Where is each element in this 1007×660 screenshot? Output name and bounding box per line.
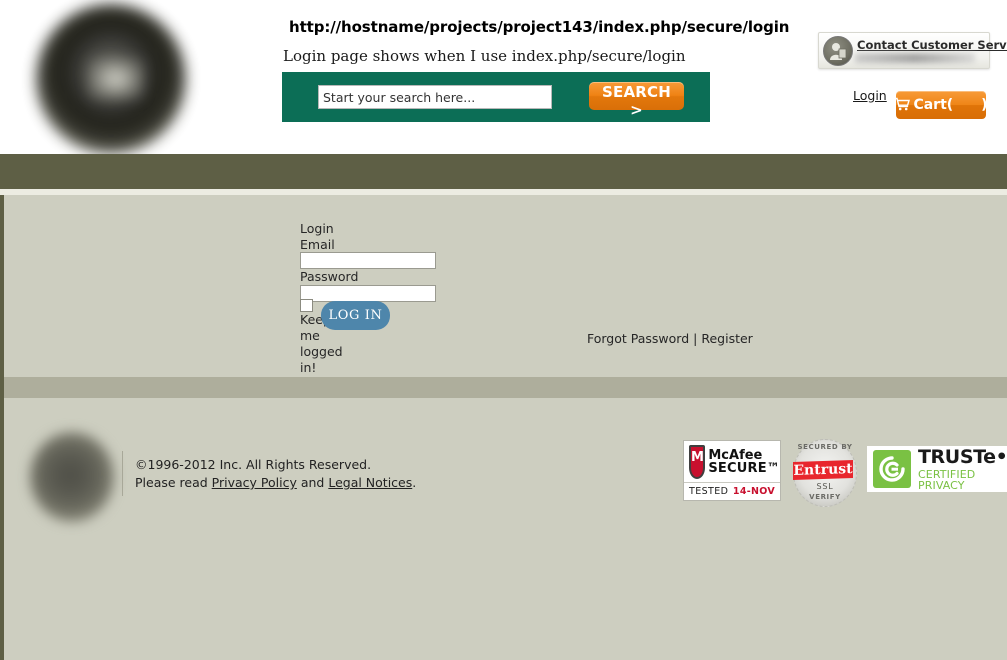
truste-logo-icon — [873, 450, 911, 488]
page-header: http://hostname/projects/project143/inde… — [0, 0, 1007, 154]
login-form-heading: Login — [300, 221, 334, 236]
entrust-wordmark: Entrust — [793, 459, 853, 481]
contact-subtitle-blurred — [855, 53, 975, 63]
footer-logo-globe[interactable] — [30, 432, 114, 522]
url-annotation-text: http://hostname/projects/project143/inde… — [289, 18, 790, 36]
forgot-password-link[interactable]: Forgot Password — [587, 331, 689, 346]
mcafee-badge-top: M McAfee SECURE™ — [684, 441, 780, 482]
truste-line1: TRUSTe• — [918, 445, 1007, 468]
mcafee-secure-badge[interactable]: M McAfee SECURE™ TESTED 14-NOV — [683, 440, 781, 501]
entrust-ssl-label: SSL — [816, 482, 834, 491]
copyright-block: ©1996-2012 Inc. All Rights Reserved. Ple… — [135, 456, 416, 492]
footer-vertical-divider — [122, 451, 123, 496]
copyright-line: ©1996-2012 Inc. All Rights Reserved. — [135, 457, 372, 472]
truste-certified-privacy-badge[interactable]: TRUSTe• CERTIFIED PRIVACY — [867, 446, 1007, 492]
cart-button[interactable]: Cart( ) — [894, 91, 988, 119]
note-annotation-text: Login page shows when I use index.php/se… — [283, 47, 686, 65]
email-label: Email — [300, 237, 335, 252]
email-field[interactable] — [300, 252, 436, 269]
register-link[interactable]: Register — [701, 331, 752, 346]
search-bar: SEARCH > — [282, 72, 710, 122]
primary-navigation-bar[interactable] — [0, 154, 1007, 189]
legal-notices-link[interactable]: Legal Notices — [328, 475, 412, 490]
please-read-text: Please read — [135, 475, 212, 490]
mcafee-tested-date: 14-NOV — [732, 486, 775, 497]
search-input[interactable] — [318, 85, 552, 109]
cart-label-end: ) — [981, 97, 988, 113]
legal-line: Please read Privacy Policy and Legal Not… — [135, 474, 416, 492]
mcafee-shield-icon: M — [689, 444, 706, 479]
mcafee-wordmark: McAfee SECURE™ — [708, 449, 780, 475]
password-label: Password — [300, 269, 359, 284]
period-text: . — [412, 475, 417, 490]
header-login-link[interactable]: Login — [853, 88, 887, 103]
contact-customer-service-button[interactable]: Contact Customer Service — [818, 32, 1007, 69]
cart-label: Cart( — [913, 97, 954, 113]
mcafee-badge-bottom: TESTED 14-NOV — [684, 482, 780, 500]
contact-customer-service-label: Contact Customer Service — [857, 38, 1007, 52]
mcafee-shield-letter: M — [691, 449, 704, 465]
truste-wordmark: TRUSTe• CERTIFIED PRIVACY — [918, 445, 1007, 492]
person-icon — [823, 36, 853, 66]
mcafee-line2: SECURE™ — [708, 460, 780, 476]
entrust-ssl-badge[interactable]: SECURED BY Entrust SSL VERIFY — [791, 437, 859, 509]
mcafee-line1: McAfee — [708, 447, 763, 463]
search-button[interactable]: SEARCH > — [589, 82, 684, 119]
mcafee-tested-label: TESTED — [689, 486, 729, 497]
entrust-verify-label: VERIFY — [809, 493, 841, 501]
links-separator: | — [693, 331, 698, 346]
and-text: and — [296, 475, 329, 490]
auxiliary-links: Forgot Password | Register — [587, 331, 753, 346]
content-footer-divider-band — [0, 377, 1007, 398]
main-content-area — [0, 195, 1007, 377]
truste-line2: CERTIFIED PRIVACY — [918, 467, 976, 492]
site-logo-highlight — [88, 58, 144, 100]
privacy-policy-link[interactable]: Privacy Policy — [212, 475, 297, 490]
shopping-cart-icon — [894, 97, 911, 114]
entrust-secured-label: SECURED BY — [797, 443, 853, 451]
keep-logged-in-checkbox[interactable] — [300, 299, 313, 312]
password-field[interactable] — [300, 285, 436, 302]
login-submit-button[interactable]: LOG IN — [321, 301, 390, 330]
